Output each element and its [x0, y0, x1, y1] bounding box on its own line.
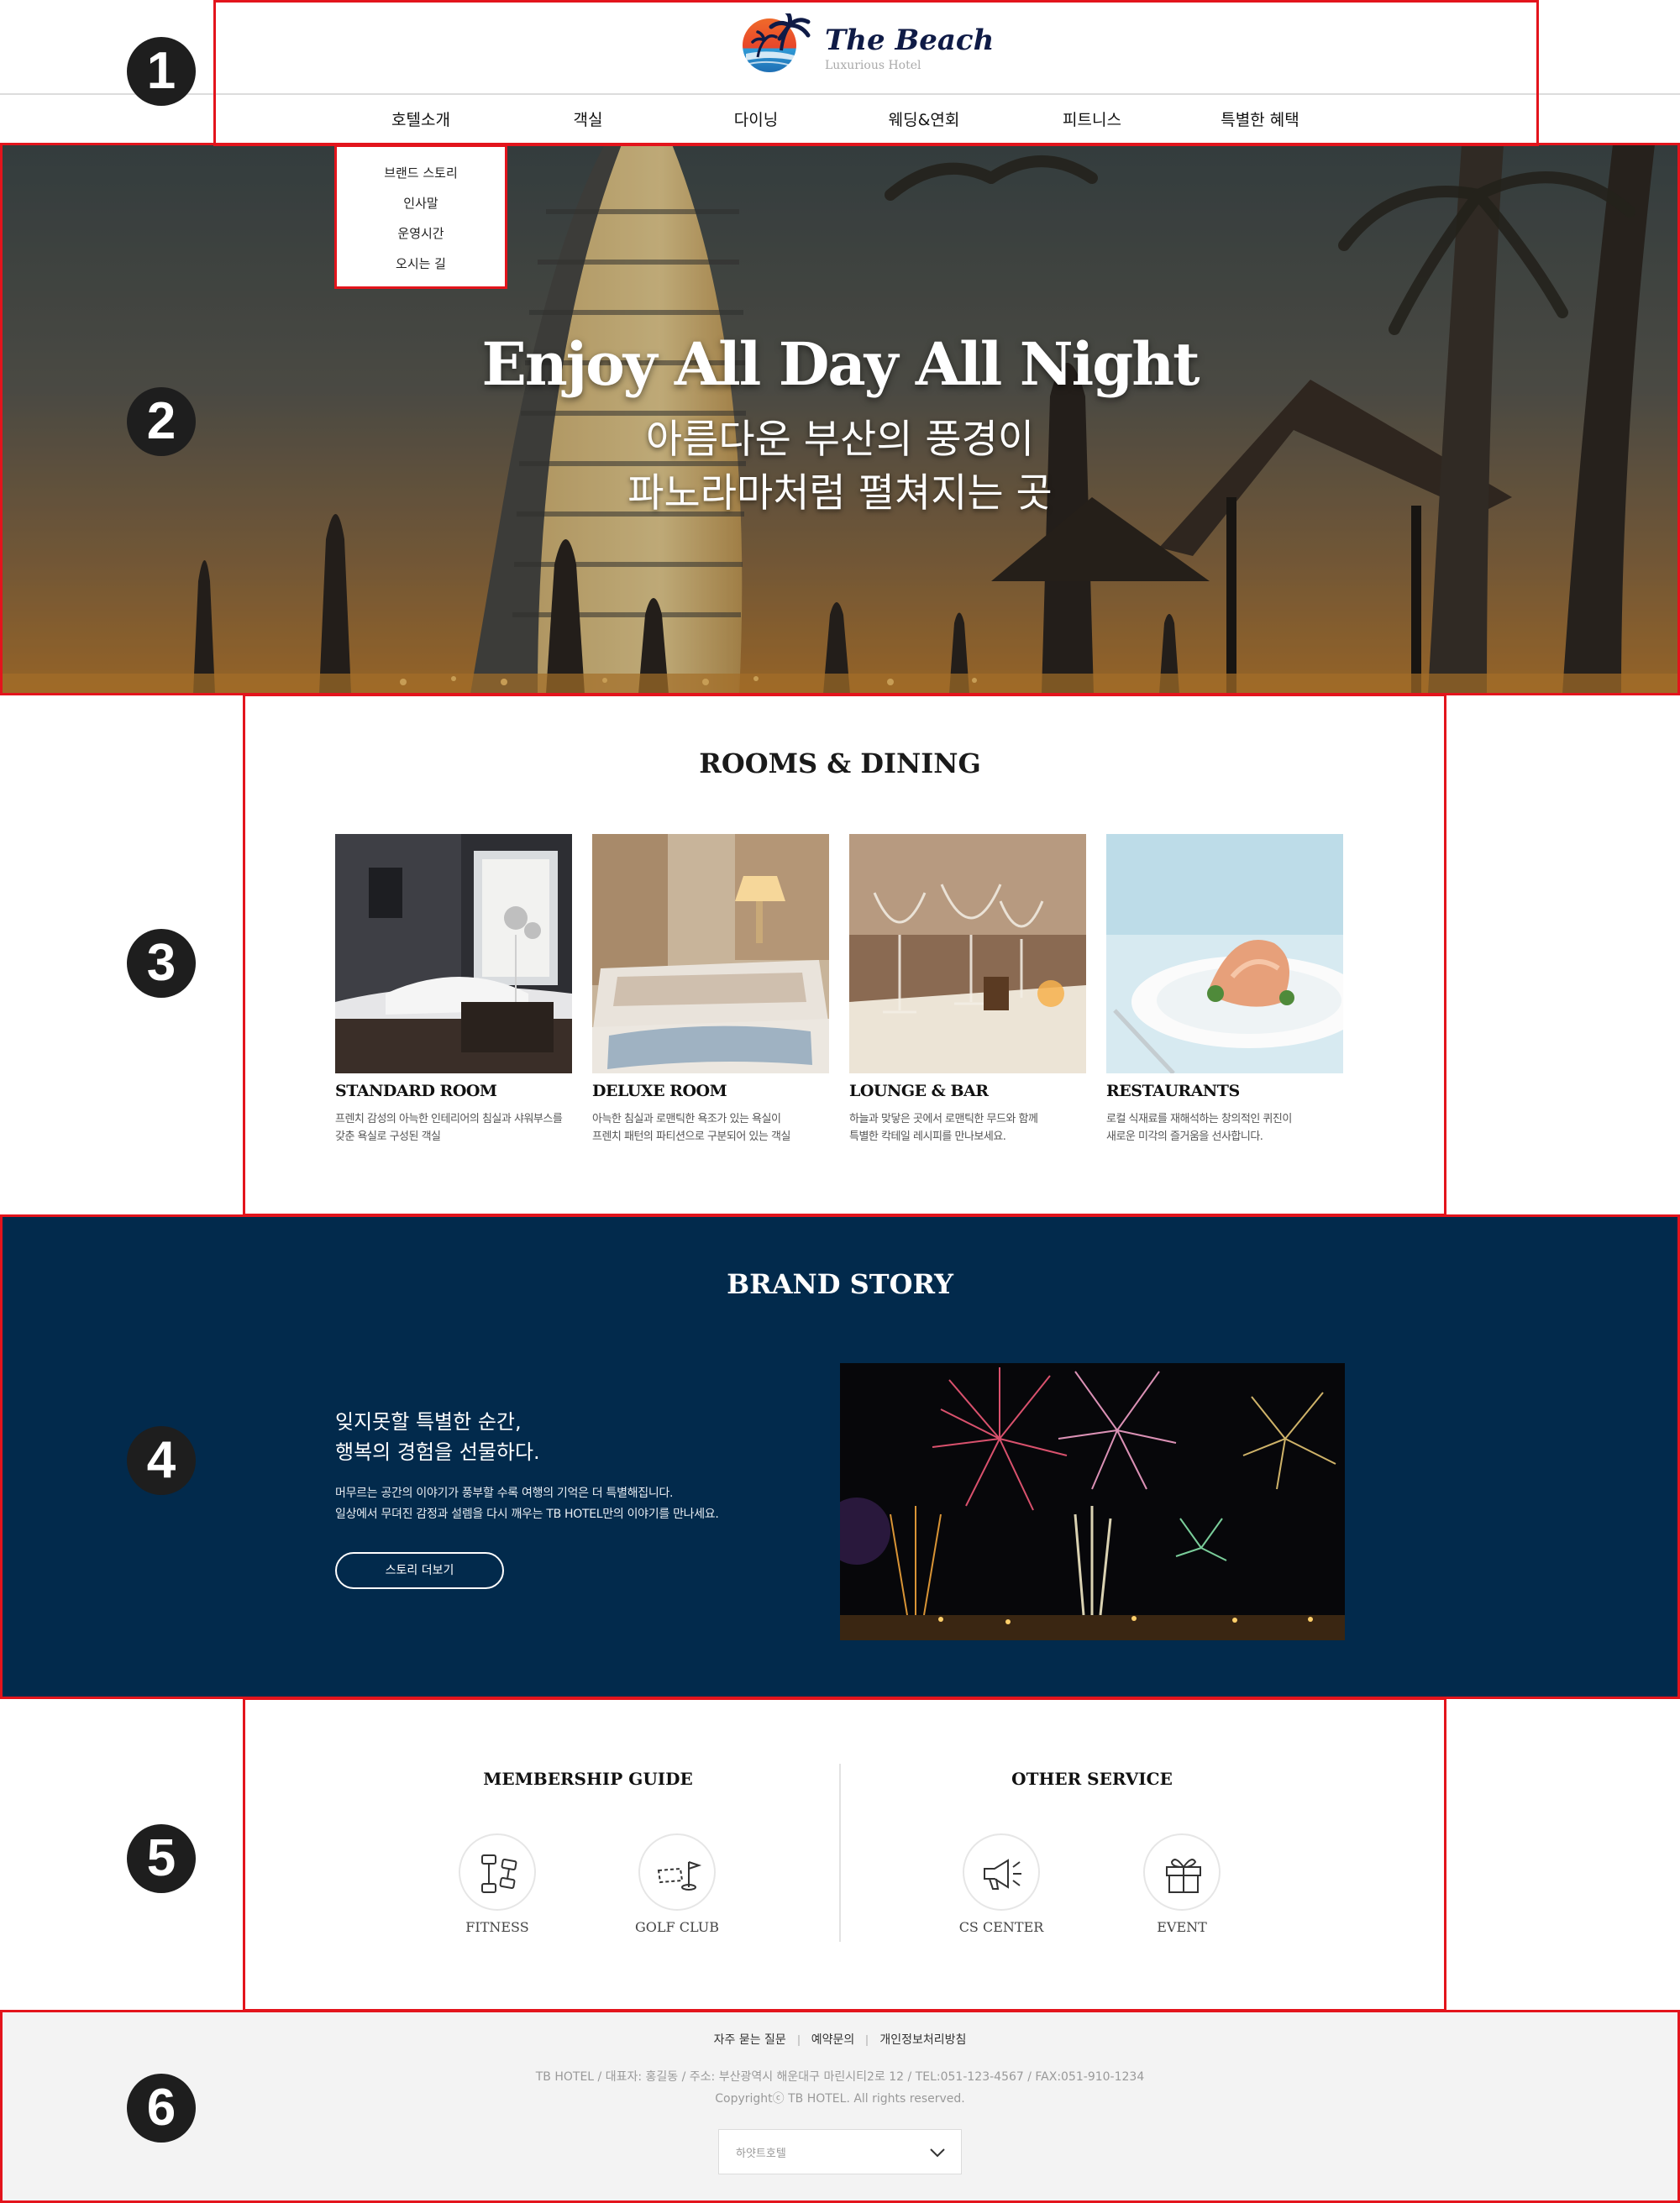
card-title-deluxe-room[interactable]: DELUXE ROOM [592, 1082, 727, 1100]
guide-divider [839, 1764, 841, 1942]
family-site-select-value: 하얏트호텔 [736, 2148, 786, 2160]
annotation-box-5 [243, 1697, 1446, 2012]
nav-item-dining[interactable]: 다이닝 [672, 108, 840, 130]
hotel-intro-submenu: 브랜드 스토리 인사말 운영시간 오시는 길 [334, 144, 507, 289]
annotation-badge-4: 4 [127, 1426, 196, 1495]
footer-links: 자주 묻는 질문 예약문의 개인정보처리방침 [0, 2031, 1680, 2048]
hero-title: Enjoy All Day All Night [481, 329, 1200, 399]
card-desc-line: 프렌치 감성의 아늑한 인테리어의 침실과 샤워부스를 [335, 1113, 563, 1125]
footer-link-separator [797, 2034, 800, 2046]
brand-body-line: 머무르는 공간의 이야기가 풍부할 수록 여행의 기억은 더 특별해집니다. [335, 1487, 674, 1500]
other-service-title: OTHER SERVICE [1011, 1769, 1173, 1789]
megaphone-icon [984, 1859, 1021, 1890]
annotation-badge-3: 3 [127, 929, 196, 998]
footer-link-faq[interactable]: 자주 묻는 질문 [714, 2033, 786, 2047]
footer-link-separator [866, 2034, 869, 2046]
card-desc-standard-room: 프렌치 감성의 아늑한 인테리어의 침실과 샤워부스를 갖춘 욕실로 구성된 객… [335, 1110, 563, 1146]
standard-room-image[interactable] [335, 834, 572, 1073]
submenu-item-greeting[interactable]: 인사말 [337, 194, 505, 212]
card-desc-line: 특별한 칵테일 레시피를 만나보세요. [849, 1130, 1006, 1143]
brand-story-title: BRAND STORY [727, 1268, 953, 1300]
footer-company-info: TB HOTEL / 대표자: 홍길동 / 주소: 부산광역시 해운대구 마린시… [535, 2070, 1145, 2084]
card-desc-line: 하늘과 맞닿은 곳에서 로맨틱한 무드와 함께 [849, 1113, 1038, 1125]
card-desc-line: 아늑한 침실과 로맨틱한 욕조가 있는 욕실이 [592, 1113, 781, 1125]
fireworks-image [840, 1363, 1345, 1640]
submenu-item-directions[interactable]: 오시는 길 [337, 254, 505, 272]
cs-center-button[interactable] [963, 1833, 1040, 1911]
hero-subtitle-line2: 파노라마처럼 펼쳐지는 곳 [627, 470, 1053, 517]
site-logo[interactable]: The Beach Luxurious Hotel [741, 9, 994, 77]
golf-club-button[interactable] [638, 1833, 716, 1911]
header-divider [0, 93, 1680, 95]
nav-item-wedding[interactable]: 웨딩&연회 [840, 108, 1008, 130]
card-desc-restaurants: 로컬 식재료를 재해석하는 창의적인 퀴진이 새로운 미각의 즐거움을 선사합니… [1106, 1110, 1292, 1146]
lounge-bar-image[interactable] [849, 834, 1086, 1073]
standard-room-photo [335, 834, 572, 1073]
restaurants-photo [1106, 834, 1343, 1073]
card-desc-line: 프렌치 패턴의 파티션으로 구분되어 있는 객실 [592, 1130, 790, 1143]
logo-subtitle: Luxurious Hotel [825, 59, 921, 72]
card-desc-deluxe-room: 아늑한 침실과 로맨틱한 욕조가 있는 욕실이 프렌치 패턴의 파티션으로 구분… [592, 1110, 790, 1146]
dumbbell-icon [481, 1854, 517, 1893]
deluxe-room-image[interactable] [592, 834, 829, 1073]
annotation-badge-5: 5 [127, 1824, 196, 1893]
cs-center-label[interactable]: CS CENTER [917, 1919, 1085, 1935]
brand-story-heading: 잊지못할 특별한 순간, 행복의 경험을 선물하다. [335, 1407, 540, 1467]
submenu-item-brand-story[interactable]: 브랜드 스토리 [337, 164, 505, 181]
annotation-badge-1: 1 [127, 37, 196, 106]
annotation-badge-6: 6 [127, 2074, 196, 2143]
rooms-dining-title: ROOMS & DINING [699, 747, 981, 779]
lounge-bar-photo [849, 834, 1086, 1073]
nav-item-rooms[interactable]: 객실 [504, 108, 672, 130]
footer-link-privacy[interactable]: 개인정보처리방침 [879, 2033, 966, 2047]
family-site-select[interactable]: 하얏트호텔 [718, 2129, 962, 2174]
golf-club-label[interactable]: GOLF CLUB [593, 1919, 761, 1935]
card-title-standard-room[interactable]: STANDARD ROOM [335, 1082, 497, 1100]
footer-copyright: Copyrightⓒ TB HOTEL. All rights reserved… [715, 2092, 965, 2106]
brand-heading-line: 행복의 경험을 선물하다. [335, 1440, 540, 1464]
nav-item-fitness[interactable]: 피트니스 [1008, 108, 1176, 130]
annotation-badge-2: 2 [127, 387, 196, 456]
nav-item-special-offers[interactable]: 특별한 혜택 [1176, 108, 1344, 130]
card-title-restaurants[interactable]: RESTAURANTS [1106, 1082, 1240, 1100]
brand-heading-line: 잊지못할 특별한 순간, [335, 1410, 522, 1434]
event-button[interactable] [1143, 1833, 1221, 1911]
event-label[interactable]: EVENT [1098, 1919, 1266, 1935]
restaurants-image[interactable] [1106, 834, 1343, 1073]
fireworks-photo [840, 1363, 1345, 1640]
deluxe-room-photo [592, 834, 829, 1073]
story-more-button[interactable]: 스토리 더보기 [335, 1552, 504, 1589]
card-desc-lounge-bar: 하늘과 맞닿은 곳에서 로맨틱한 무드와 함께 특별한 칵테일 레시피를 만나보… [849, 1110, 1038, 1146]
card-desc-line: 갖춘 욕실로 구성된 객실 [335, 1130, 441, 1143]
card-desc-line: 새로운 미각의 즐거움을 선사합니다. [1106, 1130, 1263, 1143]
fitness-label[interactable]: FITNESS [413, 1919, 581, 1935]
fitness-button[interactable] [459, 1833, 536, 1911]
brand-story-body: 머무르는 공간의 이야기가 풍부할 수록 여행의 기억은 더 특별해집니다. 일… [335, 1483, 719, 1525]
hero-banner: Enjoy All Day All Night 아름다운 부산의 풍경이 파노라… [0, 144, 1680, 694]
membership-guide-title: MEMBERSHIP GUIDE [483, 1769, 693, 1789]
gift-icon [1166, 1859, 1201, 1893]
logo-sun-palm-icon [743, 9, 811, 72]
golf-flag-icon [657, 1861, 702, 1891]
chevron-down-icon [930, 2148, 945, 2158]
submenu-item-hours[interactable]: 운영시간 [337, 224, 505, 242]
card-desc-line: 로컬 식재료를 재해석하는 창의적인 퀴진이 [1106, 1113, 1292, 1125]
footer-link-reservation[interactable]: 예약문의 [811, 2033, 855, 2047]
hero-subtitle-line1: 아름다운 부산의 풍경이 [645, 417, 1035, 463]
logo-title: The Beach [825, 24, 995, 57]
nav-item-hotel-intro[interactable]: 호텔소개 [337, 108, 505, 130]
brand-body-line: 일상에서 무뎌진 감정과 설렘을 다시 깨우는 TB HOTEL만의 이야기를 … [335, 1508, 719, 1521]
card-title-lounge-bar[interactable]: LOUNGE & BAR [849, 1082, 989, 1100]
